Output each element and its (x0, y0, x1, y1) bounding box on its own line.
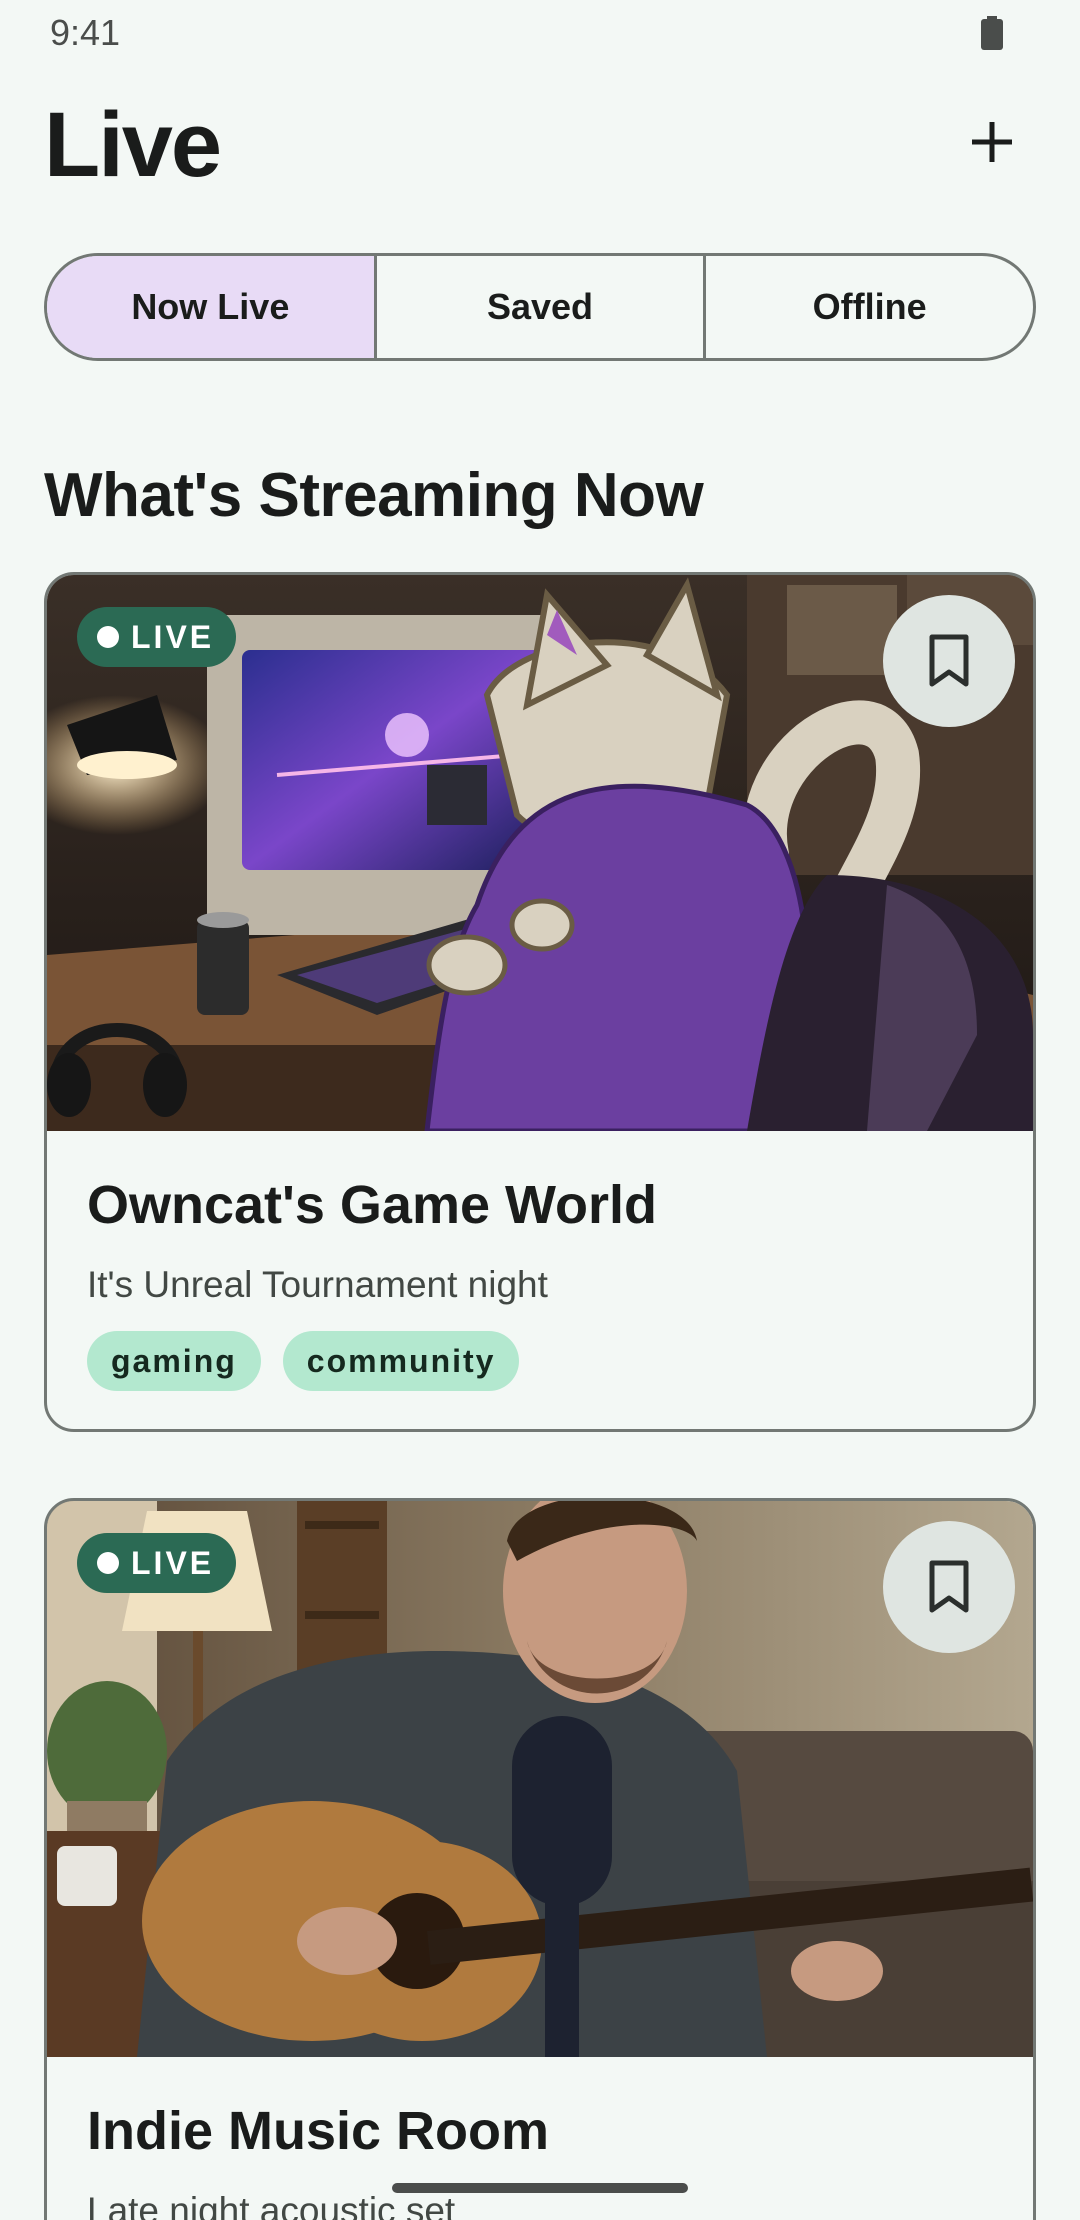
live-badge-label: LIVE (131, 618, 215, 655)
tab-saved[interactable]: Saved (373, 256, 704, 358)
bookmark-outline-icon (929, 1560, 969, 1613)
stream-title: Indie Music Room (87, 2101, 550, 2161)
battery-full-icon (981, 16, 1003, 50)
bookmark-outline-icon (929, 634, 969, 687)
tag-gaming[interactable]: gaming (87, 1331, 261, 1391)
live-badge-label: LIVE (131, 1544, 215, 1581)
stream-title: Owncat's Game World (87, 1175, 657, 1235)
stream-subtitle: Late night acoustic set (87, 2190, 456, 2220)
live-badge: LIVE (77, 1533, 237, 1593)
tag-list: gaming community (87, 1331, 993, 1391)
tag-community[interactable]: community (282, 1331, 520, 1391)
status-bar: 9:41 (0, 0, 1080, 70)
screen: 9:41 Live Now Live Saved Offline What's … (0, 0, 1080, 2220)
stream-card[interactable]: LIVE Owncat's Game World It's Unreal Tou… (44, 572, 1036, 1432)
stream-subtitle: It's Unreal Tournament night (87, 1264, 548, 1305)
stream-card-body: Indie Music Room Late night acoustic set (47, 2057, 1033, 2220)
live-dot-icon (97, 626, 119, 648)
stream-card-body: Owncat's Game World It's Unreal Tourname… (47, 1131, 1033, 1391)
tab-offline[interactable]: Offline (703, 256, 1033, 358)
plus-icon (972, 122, 1012, 162)
section-title: What's Streaming Now (44, 461, 704, 530)
stream-thumbnail[interactable]: LIVE (47, 1501, 1033, 2057)
bookmark-button[interactable] (883, 1521, 1015, 1653)
tab-now-live[interactable]: Now Live (47, 256, 374, 358)
stream-card[interactable]: LIVE Indie Music Room Late night acousti… (44, 1498, 1036, 2220)
home-indicator[interactable] (392, 2183, 688, 2193)
add-button[interactable] (955, 105, 1029, 179)
stream-thumbnail[interactable]: LIVE (47, 575, 1033, 1131)
live-badge: LIVE (77, 607, 237, 667)
bookmark-button[interactable] (883, 595, 1015, 727)
live-dot-icon (97, 1552, 119, 1574)
page-title: Live (44, 94, 222, 196)
stream-filter-tabs: Now Live Saved Offline (44, 253, 1036, 361)
status-time: 9:41 (50, 12, 121, 53)
